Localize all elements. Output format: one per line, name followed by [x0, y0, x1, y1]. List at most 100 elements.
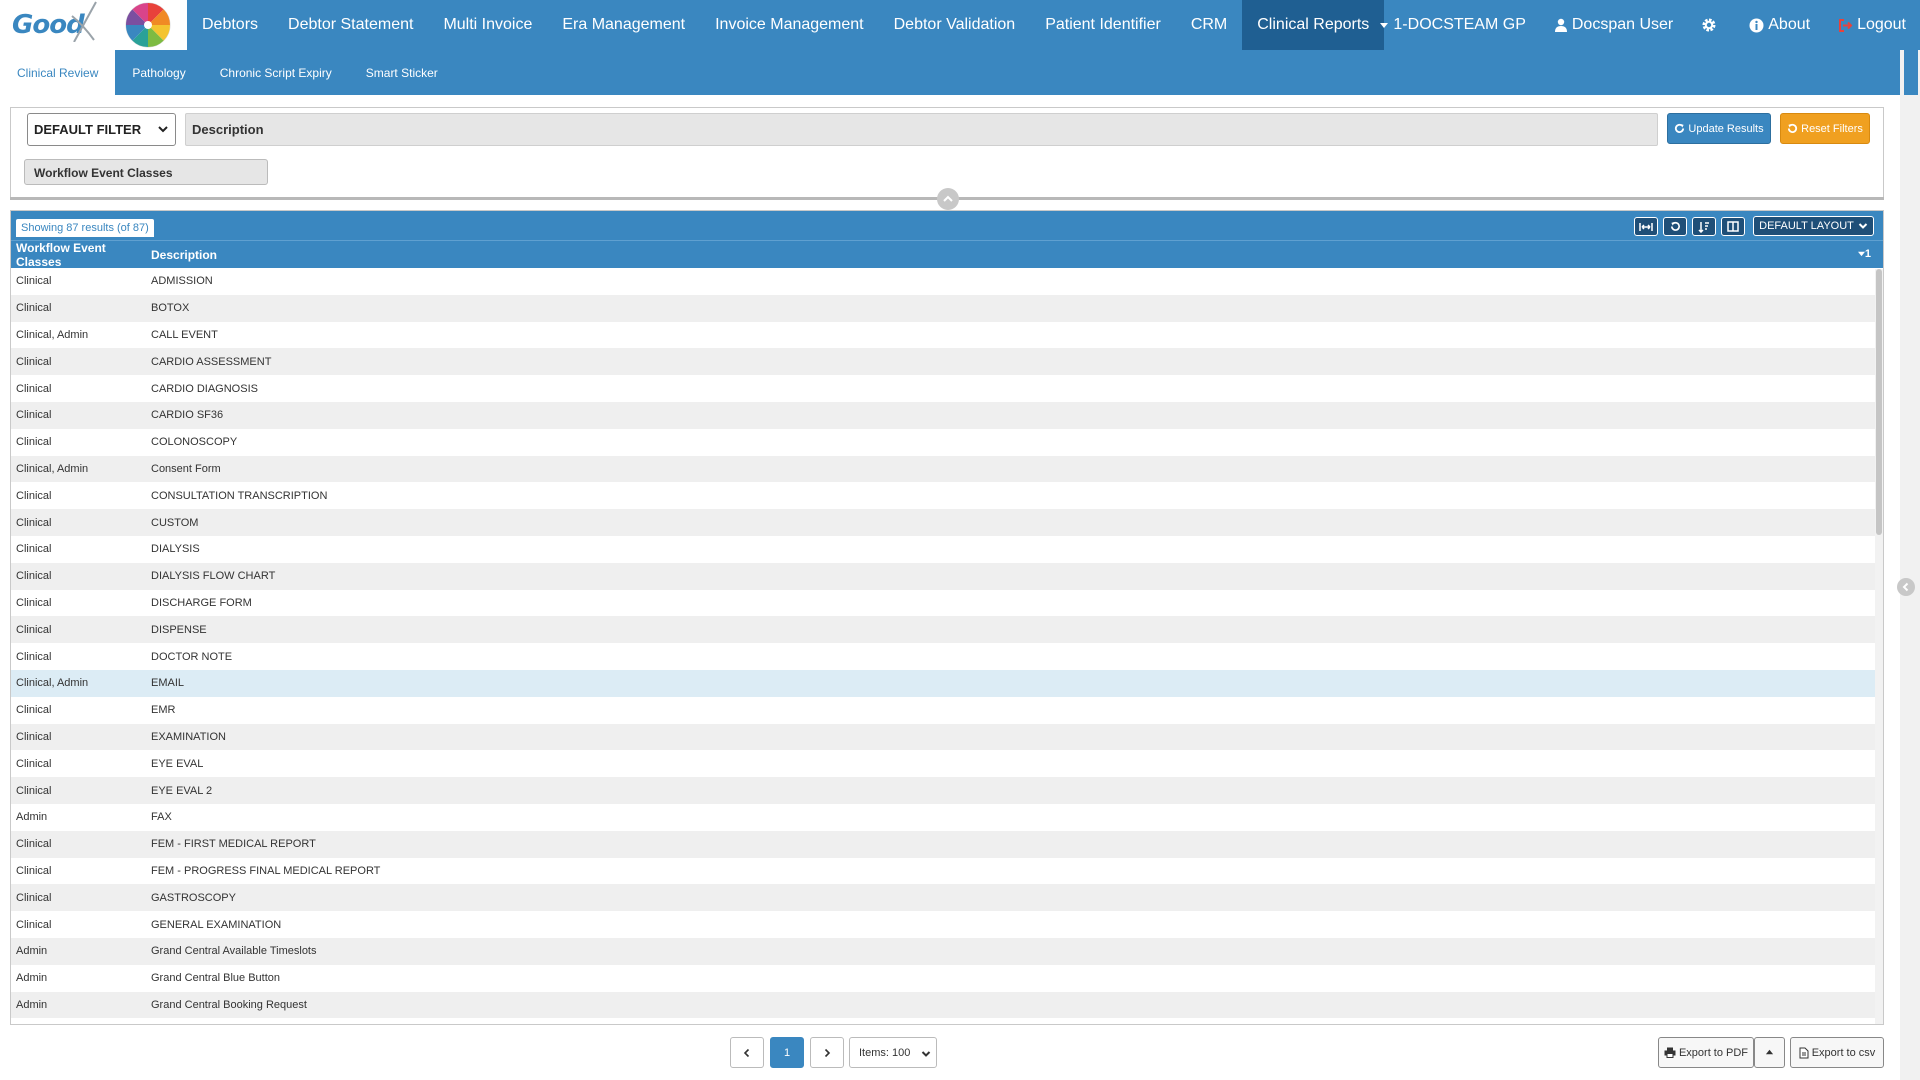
cell-description: DOCTOR NOTE — [151, 650, 233, 663]
table-row[interactable]: Clinical FEM - PROGRESS FINAL MEDICAL REP… — [11, 858, 1875, 885]
grid-scrollbar[interactable] — [1875, 269, 1883, 1024]
reset-filters-button[interactable]: Reset Filters — [1780, 113, 1870, 144]
nav-item-patient-identifier[interactable]: Patient Identifier — [1030, 0, 1176, 50]
layout-dropdown[interactable]: DEFAULT LAYOUT — [1753, 216, 1874, 236]
sort-order: 1 — [1864, 248, 1871, 260]
nav-item-era-management[interactable]: Era Management — [547, 0, 700, 50]
sort-desc-icon — [1857, 251, 1865, 257]
export-csv-button[interactable]: Export to csv — [1790, 1037, 1884, 1068]
export-pdf-button[interactable]: Export to PDF — [1658, 1037, 1754, 1068]
update-results-button[interactable]: Update Results — [1667, 113, 1771, 144]
table-row[interactable]: Clinical EXAMINATION — [11, 723, 1875, 751]
nav-item-crm[interactable]: CRM — [1176, 0, 1242, 50]
grid-rows: Clinical ADMISSION Clinical BOTOX Clinical, … — [11, 268, 1883, 1019]
cell-description: Grand Central Blue Button — [151, 972, 281, 985]
table-row[interactable]: Admin Grand Central Booking Request — [11, 991, 1875, 1019]
export-options-toggle[interactable] — [1754, 1037, 1785, 1068]
table-row[interactable]: Clinical CONSULTATION TRANSCRIPTION — [11, 482, 1875, 509]
cell-description: CONSULTATION TRANSCRIPTION — [151, 489, 328, 502]
tab-pathology[interactable]: Pathology — [115, 50, 202, 95]
page-scrollbar[interactable] — [1900, 50, 1920, 1080]
collapse-filter-button[interactable] — [937, 188, 959, 210]
nav-item-invoice-management[interactable]: Invoice Management — [700, 0, 879, 50]
column-header-description[interactable]: Description — [146, 248, 217, 262]
table-row[interactable]: Clinical BOTOX — [11, 294, 1875, 322]
table-row[interactable]: Clinical EYE EVAL — [11, 750, 1875, 777]
page-scrollbar-thumb[interactable] — [1904, 50, 1918, 95]
next-page-button[interactable] — [810, 1037, 844, 1068]
reset-layout-button[interactable] — [1663, 217, 1687, 236]
table-row[interactable]: Clinical DIALYSIS — [11, 536, 1875, 563]
cell-workflow-event-classes: Clinical — [16, 302, 52, 315]
workflow-event-classes-filter[interactable]: Workflow Event Classes — [24, 159, 268, 185]
chevron-left-icon — [1902, 582, 1909, 592]
nav-item-multi-invoice[interactable]: Multi Invoice — [428, 0, 547, 50]
filter-select-value: DEFAULT FILTER — [34, 122, 142, 137]
cell-description: COLONOSCOPY — [151, 436, 238, 449]
description-filter[interactable]: Description — [185, 113, 1658, 146]
cell-workflow-event-classes: Clinical — [16, 757, 52, 770]
logout-label: Logout — [1857, 16, 1906, 33]
about-label: About — [1768, 16, 1811, 33]
sub-tabs: Clinical Review Pathology Chronic Script E… — [0, 50, 1900, 95]
chevron-right-icon — [824, 1048, 831, 1057]
settings-button[interactable] — [1687, 0, 1735, 50]
tab-smart-sticker[interactable]: Smart Sticker — [349, 50, 455, 95]
nav-item-debtors[interactable]: Debtors — [187, 0, 273, 50]
cell-workflow-event-classes: Admin — [16, 972, 48, 985]
table-row[interactable]: Clinical DISCHARGE FORM — [11, 590, 1875, 617]
goodx-logo[interactable]: Good — [0, 0, 187, 50]
nav-item-debtor-statement[interactable]: Debtor Statement — [273, 0, 428, 50]
tab-chronic-script-expiry[interactable]: Chronic Script Expiry — [203, 50, 349, 95]
cell-workflow-event-classes: Clinical, Admin — [16, 462, 89, 475]
side-panel-toggle[interactable] — [1897, 578, 1915, 596]
table-row[interactable]: Clinical CARDIO SF36 — [11, 401, 1875, 429]
column-header-workflow-event-classes[interactable]: Workflow Event Classes — [11, 241, 146, 269]
table-row[interactable]: Clinical ADMISSION — [11, 268, 1875, 295]
table-row[interactable]: Clinical FEM - FIRST MEDICAL REPORT — [11, 830, 1875, 858]
table-row[interactable]: Clinical, Admin EMAIL — [11, 669, 1875, 697]
table-row[interactable]: Clinical GASTROSCOPY — [11, 884, 1875, 912]
table-row[interactable]: Clinical DISPENSE — [11, 616, 1875, 644]
table-row[interactable]: Clinical COLONOSCOPY — [11, 429, 1875, 456]
about-link[interactable]: About — [1735, 0, 1824, 50]
grid-scrollbar-thumb[interactable] — [1876, 269, 1882, 535]
table-row[interactable]: Admin Grand Central Available Timeslots — [11, 937, 1875, 965]
refresh-icon — [1675, 123, 1685, 133]
previous-page-button[interactable] — [730, 1037, 764, 1068]
cell-workflow-event-classes: Clinical — [16, 596, 52, 609]
table-row[interactable]: Clinical EMR — [11, 697, 1875, 724]
user-menu[interactable]: Docspan User — [1540, 0, 1687, 50]
cell-description: EYE EVAL 2 — [151, 784, 213, 797]
nav-item-clinical-reports[interactable]: Clinical Reports — [1242, 0, 1385, 50]
sort-button[interactable] — [1692, 217, 1716, 236]
table-row[interactable]: Clinical CUSTOM — [11, 509, 1875, 536]
logo-x-mark — [71, 1, 97, 42]
table-row[interactable]: Admin Grand Central Blue Button — [11, 965, 1875, 992]
table-row[interactable]: Clinical EYE EVAL 2 — [11, 777, 1875, 804]
nav-item-debtor-validation[interactable]: Debtor Validation — [879, 0, 1031, 50]
autofit-columns-button[interactable] — [1634, 217, 1658, 236]
cell-workflow-event-classes: Clinical — [16, 918, 52, 931]
practice-selector[interactable]: 1-DOCSTEAM GP — [1365, 0, 1539, 50]
cell-description: Grand Central Booking Request — [151, 998, 307, 1011]
table-row[interactable]: Clinical, Admin Consent Form — [11, 455, 1875, 483]
table-row[interactable]: Admin FAX — [11, 804, 1875, 831]
table-row[interactable]: Clinical CARDIO DIAGNOSIS — [11, 375, 1875, 402]
export-pdf-label: Export to PDF — [1678, 1046, 1749, 1059]
columns-button[interactable] — [1721, 217, 1745, 236]
table-row[interactable]: Clinical GENERAL EXAMINATION — [11, 911, 1875, 938]
table-row[interactable]: Clinical DOCTOR NOTE — [11, 643, 1875, 670]
table-row[interactable]: Clinical DIALYSIS FLOW CHART — [11, 562, 1875, 590]
table-row[interactable]: Clinical CARDIO ASSESSMENT — [11, 348, 1875, 376]
tab-clinical-review[interactable]: Clinical Review — [0, 50, 116, 95]
items-per-page-select[interactable]: Items: 100 — [849, 1037, 937, 1068]
logout-link[interactable]: Logout — [1824, 0, 1920, 50]
filter-select[interactable]: DEFAULT FILTER — [27, 113, 176, 146]
logo-color-wheel — [125, 2, 171, 48]
cell-workflow-event-classes: Admin — [16, 998, 48, 1011]
cell-workflow-event-classes: Clinical — [16, 516, 52, 529]
sort-indicator: 1 — [1857, 248, 1871, 260]
table-row[interactable]: Clinical, Admin CALL EVENT — [11, 322, 1875, 349]
page-button-current[interactable]: 1 — [770, 1037, 804, 1068]
